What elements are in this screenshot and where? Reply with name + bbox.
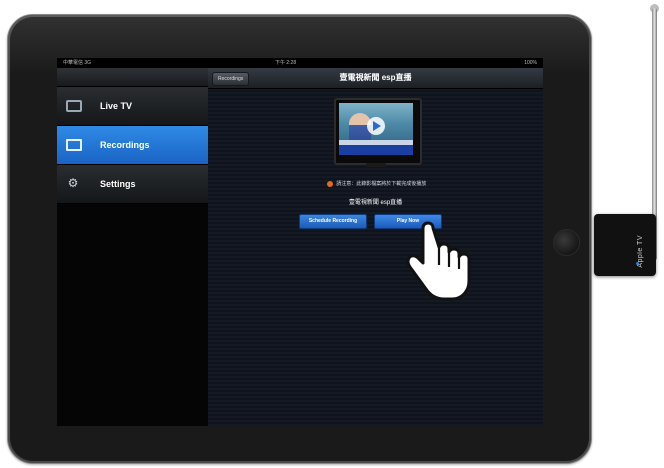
carrier-text: 中華電信 3G: [63, 60, 92, 66]
sidebar-item-label: Settings: [100, 179, 136, 189]
tv-stand: [366, 163, 386, 167]
film-icon: [66, 139, 82, 151]
navigation-bar: 壹電視新聞 esp直播 Recordings: [208, 68, 543, 89]
info-text: 請注意：此錄影檔案將於下載完成後播放: [336, 181, 427, 187]
page-title: 壹電視新聞 esp直播: [339, 73, 412, 82]
channel-name: 壹電視新聞 esp直播: [348, 200, 403, 206]
sidebar: Live TV Recordings ⚙ Settings: [57, 68, 208, 426]
sidebar-item-live-tv[interactable]: Live TV: [57, 87, 208, 126]
info-notice: 請注意：此錄影檔案將於下載完成後播放: [208, 180, 543, 187]
sidebar-header: [57, 68, 208, 87]
tv-dongle: [594, 214, 656, 276]
clock-text: 下午 2:28: [275, 60, 297, 66]
sidebar-item-label: Live TV: [100, 101, 133, 111]
dongle-led: [636, 262, 639, 265]
video-thumbnail[interactable]: [339, 103, 413, 155]
battery-text: 100%: [524, 60, 537, 66]
sidebar-item-recordings[interactable]: Recordings: [57, 126, 208, 165]
tv-icon: [66, 100, 82, 112]
gear-icon: ⚙: [67, 176, 79, 190]
sidebar-item-settings[interactable]: ⚙ Settings: [57, 165, 208, 204]
play-icon: [373, 121, 381, 131]
sidebar-item-label: Recordings: [100, 140, 150, 150]
home-button[interactable]: [553, 229, 580, 256]
hand-pointer-icon: [406, 221, 471, 301]
main-content: 壹電視新聞 esp直播 Recordings 請注意：此錄影檔案將於下載完成後播…: [208, 68, 543, 426]
status-bar: 中華電信 3G 下午 2:28 100%: [57, 58, 543, 68]
warning-icon: [326, 180, 333, 187]
back-button[interactable]: Recordings: [212, 72, 250, 86]
news-ticker: [339, 145, 413, 155]
schedule-recording-button[interactable]: Schedule Recording: [299, 214, 367, 229]
